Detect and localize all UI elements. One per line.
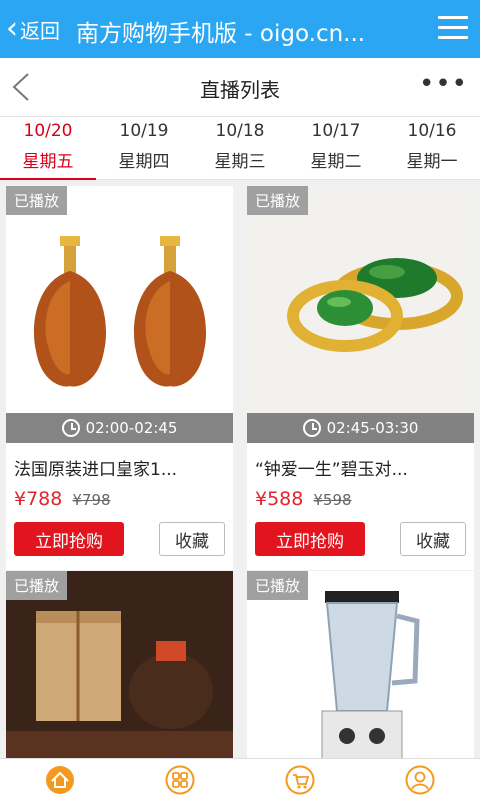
nav-home[interactable] xyxy=(0,759,120,801)
time-range: 02:45-03:30 xyxy=(326,419,419,437)
nav-cart[interactable] xyxy=(240,759,360,801)
status-badge: 已播放 xyxy=(6,186,68,215)
buy-now-button[interactable]: 立即抢购 xyxy=(255,522,365,556)
page-title: 直播列表 xyxy=(200,78,280,102)
time-range: 02:00-02:45 xyxy=(85,419,178,437)
tab-day-4[interactable]: 10/17 星期二 xyxy=(288,117,384,179)
home-icon xyxy=(46,766,74,794)
original-price: ¥598 xyxy=(313,491,352,509)
buy-now-button[interactable]: 立即抢购 xyxy=(14,522,124,556)
price-row: ¥788 ¥798 xyxy=(6,480,233,510)
chevron-left-icon: ‹ xyxy=(6,11,18,46)
clock-icon xyxy=(61,419,80,437)
product-image-blender[interactable]: 已播放 xyxy=(247,571,474,758)
bottle-icon xyxy=(133,236,207,387)
broadcast-time: 02:00-02:45 xyxy=(6,413,233,443)
bottom-nav xyxy=(0,758,480,801)
price-row: ¥588 ¥598 xyxy=(247,480,474,510)
tab-day-1[interactable]: 10/20 星期五 xyxy=(0,117,96,180)
clock-icon xyxy=(302,419,321,437)
tab-weekday: 星期四 xyxy=(118,152,170,172)
tab-day-5[interactable]: 10/16 星期一 xyxy=(384,117,480,179)
browser-title: 南方购物手机版 - oigo.cn... xyxy=(76,21,366,47)
category-icon xyxy=(165,765,195,795)
cart-icon xyxy=(285,765,315,795)
tab-date: 10/16 xyxy=(407,121,457,141)
user-icon xyxy=(405,765,435,795)
card-actions: 立即抢购 收藏 xyxy=(6,510,233,570)
page-header: 直播列表 ••• xyxy=(0,58,480,117)
current-price: ¥588 xyxy=(255,488,304,510)
bottle-icon xyxy=(33,236,107,387)
browser-bar: ‹ 返回 南方购物手机版 - oigo.cn... xyxy=(0,0,480,58)
product-name[interactable]: “钟爱一生”碧玉对... xyxy=(247,443,474,480)
more-icon[interactable]: ••• xyxy=(419,71,468,97)
tab-day-2[interactable]: 10/19 星期四 xyxy=(96,117,192,179)
tab-date: 10/19 xyxy=(119,121,169,141)
product-image-liquor-gift-box[interactable]: 已播放 xyxy=(6,571,233,758)
product-card[interactable]: 已播放 02:45-03:30 “钟爱一生”碧玉对... ¥588 ¥598 立… xyxy=(247,186,474,570)
card-actions: 立即抢购 收藏 xyxy=(247,510,474,570)
product-card[interactable]: 已播放 xyxy=(6,571,233,758)
favorite-button[interactable]: 收藏 xyxy=(400,522,466,556)
status-badge: 已播放 xyxy=(247,571,309,600)
status-badge: 已播放 xyxy=(247,186,309,215)
original-price: ¥798 xyxy=(72,491,111,509)
tab-date: 10/18 xyxy=(215,121,265,141)
product-card[interactable]: 已播放 02:00-02:45 法国原装进口皇家1... ¥788 ¥798 立… xyxy=(6,186,233,570)
nav-category[interactable] xyxy=(120,759,240,801)
product-name[interactable]: 法国原装进口皇家1... xyxy=(6,443,233,480)
product-card[interactable]: 已播放 xyxy=(247,571,474,758)
product-image-jade-rings[interactable]: 已播放 02:45-03:30 xyxy=(247,186,474,443)
tab-weekday: 星期三 xyxy=(214,152,266,172)
tab-date: 10/20 xyxy=(23,121,73,141)
tab-weekday: 星期五 xyxy=(22,152,74,172)
back-button[interactable]: ‹ 返回 xyxy=(6,12,60,46)
tab-day-3[interactable]: 10/18 星期三 xyxy=(192,117,288,179)
nav-user[interactable] xyxy=(360,759,480,801)
broadcast-time: 02:45-03:30 xyxy=(247,413,474,443)
hamburger-menu-icon[interactable] xyxy=(438,16,468,40)
date-tabs: 10/20 星期五 10/19 星期四 10/18 星期三 10/17 星期二 … xyxy=(0,117,480,180)
status-badge: 已播放 xyxy=(6,571,68,600)
product-image-cognac[interactable]: 已播放 02:00-02:45 xyxy=(6,186,233,443)
back-label: 返回 xyxy=(20,18,60,43)
current-price: ¥788 xyxy=(14,488,63,510)
favorite-button[interactable]: 收藏 xyxy=(159,522,225,556)
tab-weekday: 星期一 xyxy=(406,152,458,172)
tab-weekday: 星期二 xyxy=(310,152,362,172)
tab-date: 10/17 xyxy=(311,121,361,141)
